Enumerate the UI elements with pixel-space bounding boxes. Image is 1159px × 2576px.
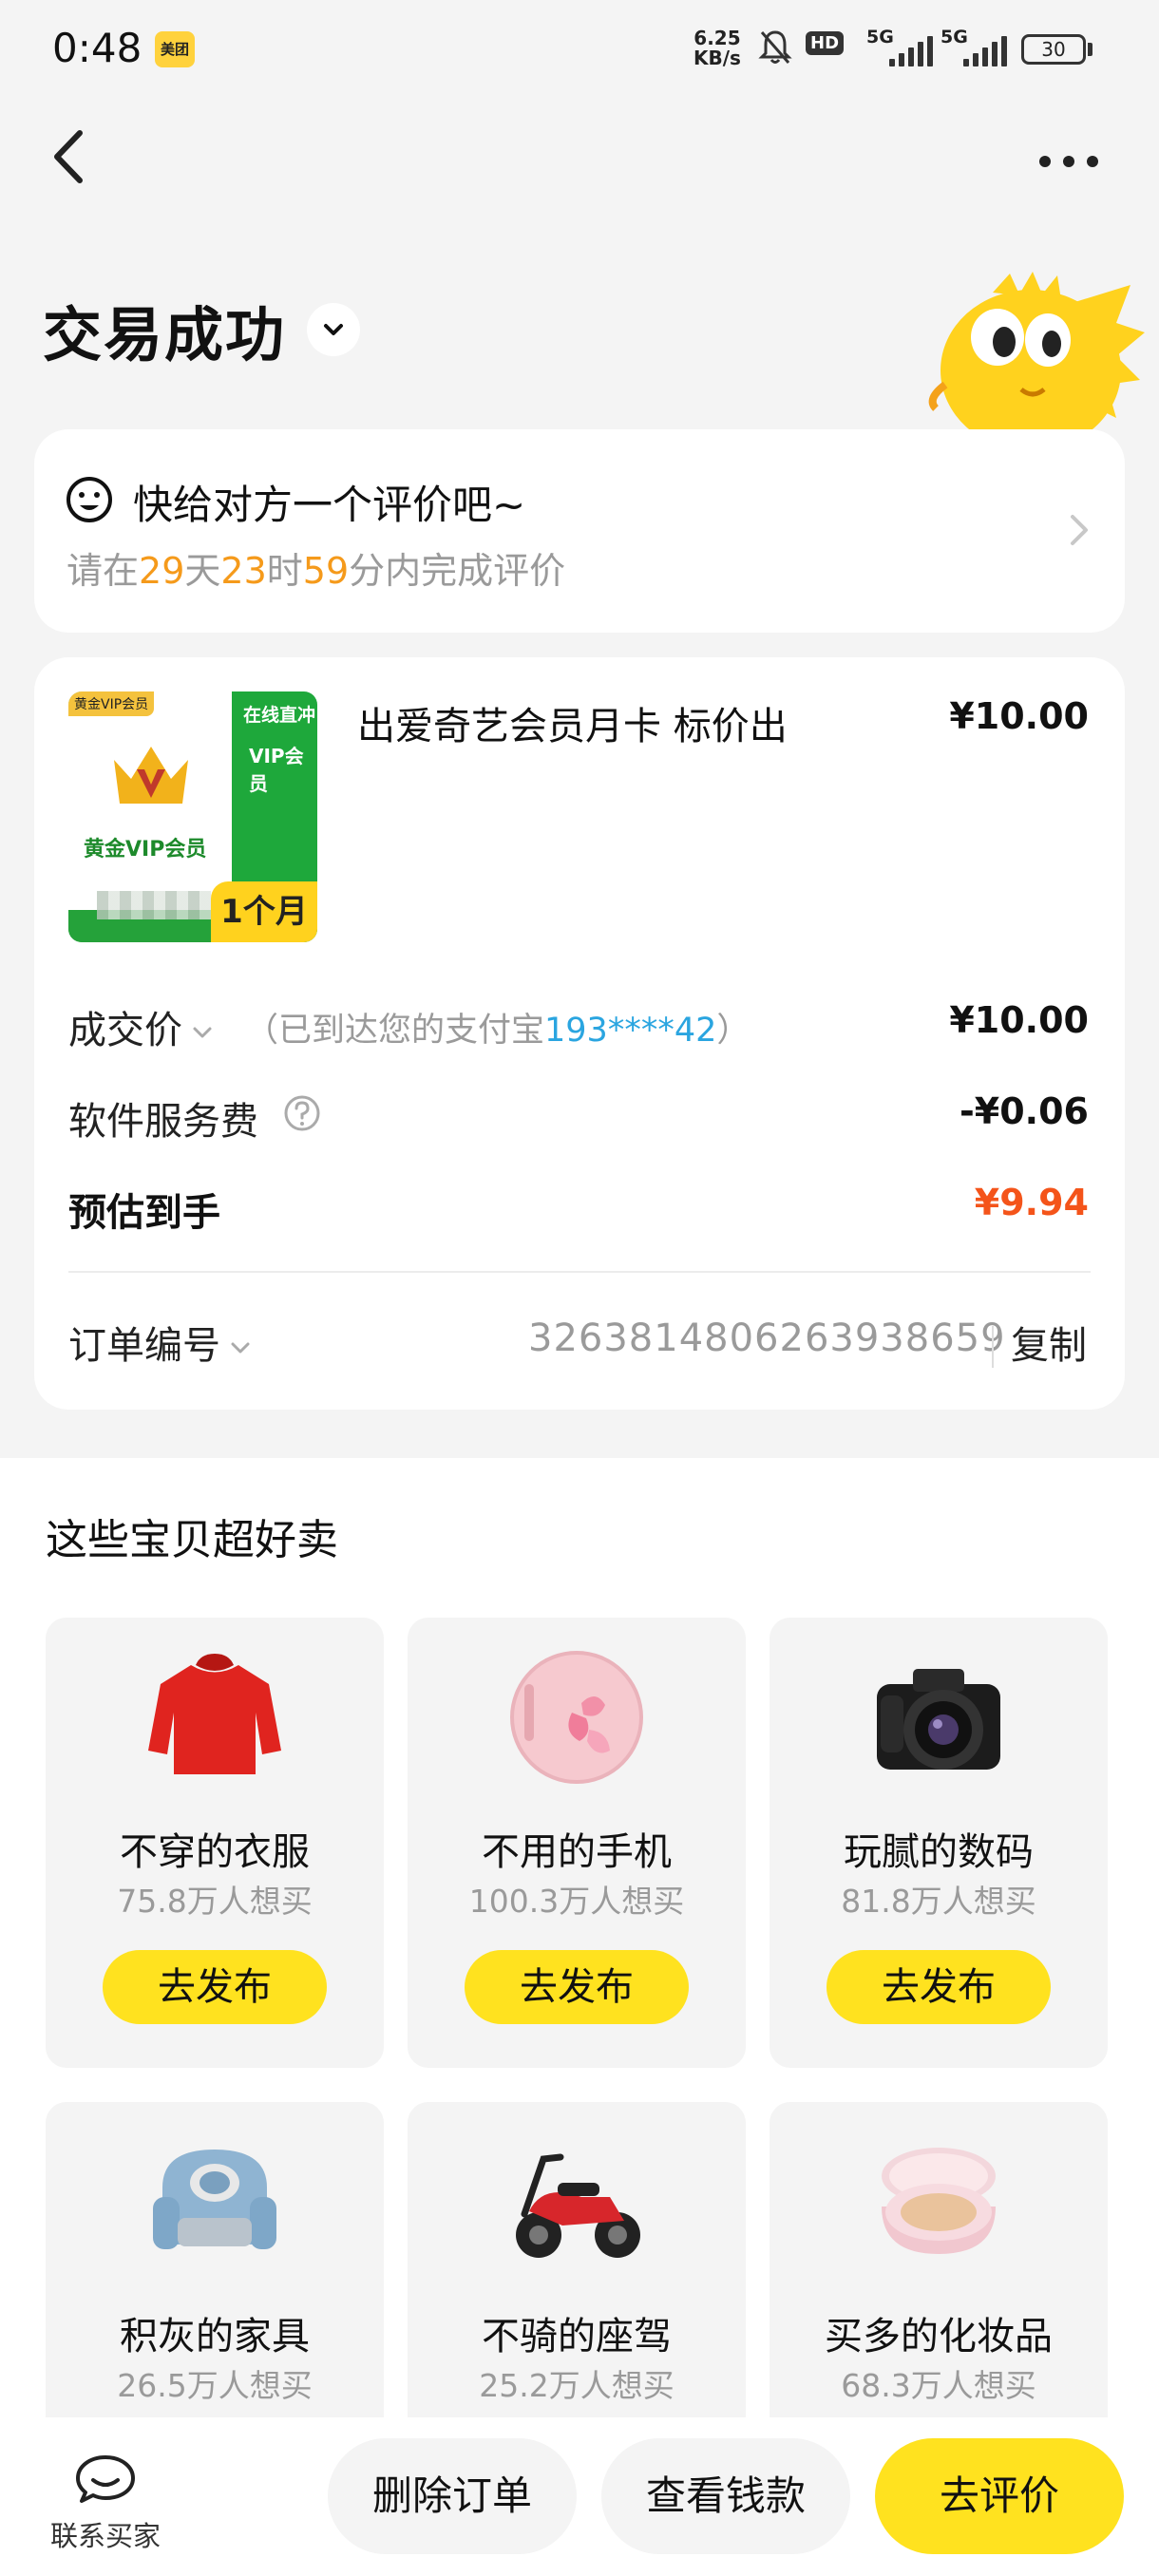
- deal-note-suffix: ）: [716, 1012, 750, 1050]
- deal-price-value: ¥10.00: [949, 999, 1089, 1041]
- deadline-minutes-unit: 分内完成评价: [349, 550, 566, 592]
- recommend-name: 积灰的家具: [120, 2315, 310, 2358]
- phone-icon: [510, 1651, 643, 1784]
- divider: [68, 1271, 1091, 1273]
- page-title: 交易成功: [43, 300, 287, 369]
- signal-1-bars-icon: [889, 34, 933, 66]
- copy-button[interactable]: 复制: [1011, 1315, 1087, 1370]
- title-row: 交易成功: [43, 287, 361, 372]
- rate-prompt-card[interactable]: 快给对方一个评价吧~ 请在29天23时59分内完成评价: [34, 429, 1125, 633]
- deadline-hours-unit: 时: [266, 550, 303, 592]
- publish-button[interactable]: 去发布: [826, 1950, 1051, 2024]
- deal-price-label[interactable]: 成交价: [68, 999, 215, 1054]
- recommend-title: 这些宝贝超好卖: [46, 1516, 338, 1564]
- hd-icon: HD: [806, 31, 845, 55]
- contact-buyer-label: 联系买家: [49, 2520, 161, 2552]
- recommend-card[interactable]: 积灰的家具 26.5万人想买: [46, 2102, 384, 2463]
- item-price: ¥10.00: [949, 695, 1089, 737]
- recommend-count: 100.3万人想买: [468, 1883, 685, 1920]
- back-arrow-icon[interactable]: [46, 123, 93, 190]
- thumbnail-blurred-text: [97, 891, 211, 919]
- deal-label-text: 成交价: [68, 1009, 182, 1052]
- net-speed-value: 6.25: [694, 27, 741, 49]
- recommend-count: 26.5万人想买: [117, 2367, 313, 2404]
- scooter-icon: [516, 2153, 640, 2258]
- deadline-days-unit: 天: [184, 550, 221, 592]
- sweater-icon: [148, 1654, 281, 1774]
- estimated-value: ¥9.94: [974, 1182, 1089, 1223]
- publish-button[interactable]: 去发布: [465, 1950, 689, 2024]
- deadline-minutes: 59: [302, 550, 350, 592]
- service-fee-label: 软件服务费: [68, 1100, 258, 1144]
- estimated-label: 预估到手: [68, 1191, 220, 1235]
- view-money-button[interactable]: 查看钱款: [601, 2438, 850, 2554]
- deadline-prefix: 请在: [66, 550, 140, 592]
- status-bar: 0:48 美团 6.25 KB/s HD 5G 5G 30: [0, 0, 1159, 104]
- deadline-hours: 23: [220, 550, 267, 592]
- recommend-card[interactable]: 不用的手机 100.3万人想买 去发布: [408, 1618, 746, 2068]
- order-card: 黄金VIP会员 黄金VIP会员 在线直冲 VIP会员 1个月 出爱奇艺会员月卡 …: [34, 657, 1125, 1410]
- copy-separator: [992, 1326, 994, 1368]
- status-time: 0:48: [52, 25, 142, 71]
- recommend-name: 不骑的座驾: [482, 2315, 672, 2358]
- net-speed-unit: KB/s: [694, 47, 741, 69]
- item-title[interactable]: 出爱奇艺会员月卡 标价出: [357, 695, 788, 750]
- service-fee-value: -¥0.06: [960, 1090, 1089, 1132]
- alipay-account: 193****42: [544, 1012, 717, 1050]
- signal-2-bars-icon: [963, 34, 1007, 66]
- chevron-down-icon: [324, 324, 344, 335]
- battery-icon: 30: [1021, 34, 1086, 65]
- thumbnail-vip-label: VIP会员: [249, 745, 304, 795]
- meituan-badge-icon: 美团: [155, 31, 195, 67]
- thumbnail-tag: 黄金VIP会员: [68, 691, 155, 716]
- recommend-card[interactable]: 不骑的座驾 25.2万人想买: [408, 2102, 746, 2463]
- thumbnail-top-label: 在线直冲: [243, 705, 316, 726]
- recommend-name: 不穿的衣服: [120, 1830, 310, 1874]
- chevron-down-icon: [193, 1027, 212, 1038]
- chevron-right-icon: [1071, 515, 1088, 545]
- product-thumbnail[interactable]: 黄金VIP会员 黄金VIP会员 在线直冲 VIP会员 1个月: [68, 691, 317, 942]
- deal-note: （已到达您的支付宝193****42）: [245, 1003, 750, 1051]
- recommend-count: 68.3万人想买: [841, 2367, 1036, 2404]
- deal-note-prefix: （已到达您的支付宝: [245, 1012, 545, 1050]
- more-options-icon[interactable]: [1036, 142, 1102, 180]
- chevron-down-icon: [231, 1342, 250, 1354]
- recommend-count: 81.8万人想买: [841, 1883, 1036, 1920]
- review-button[interactable]: 去评价: [875, 2438, 1124, 2554]
- contact-buyer-button[interactable]: 联系买家: [44, 2452, 167, 2554]
- delete-order-button[interactable]: 删除订单: [328, 2438, 577, 2554]
- title-dropdown-button[interactable]: [307, 303, 361, 356]
- cushion-compact-icon: [882, 2148, 996, 2254]
- smile-face-icon: [66, 477, 112, 522]
- mute-bell-icon: [758, 30, 792, 64]
- camera-icon: [877, 1669, 1000, 1770]
- thumbnail-name: 黄金VIP会员: [84, 838, 207, 862]
- recommend-name: 玩腻的数码: [844, 1830, 1034, 1874]
- order-number-label-text: 订单编号: [68, 1324, 220, 1368]
- recommend-card[interactable]: 不穿的衣服 75.8万人想买 去发布: [46, 1618, 384, 2068]
- armchair-icon: [153, 2150, 276, 2249]
- recommend-name: 买多的化妆品: [825, 2315, 1053, 2358]
- recommend-card[interactable]: 买多的化妆品 68.3万人想买: [770, 2102, 1108, 2463]
- help-question-icon[interactable]: [283, 1094, 321, 1132]
- order-number: 3263814806263938659: [528, 1316, 1006, 1360]
- vip-crown-icon: [114, 747, 188, 804]
- deadline-days: 29: [139, 550, 185, 592]
- recommend-section: 这些宝贝超好卖 不穿的衣服 75.8万人想买 去发布 不用的手机 100.3万人…: [0, 1458, 1159, 2463]
- recommend-name: 不用的手机: [482, 1830, 672, 1874]
- rate-title: 快给对方一个评价吧~: [133, 482, 526, 528]
- net-speed: 6.25 KB/s: [694, 28, 741, 68]
- recommend-count: 75.8万人想买: [117, 1883, 313, 1920]
- battery-cap: [1088, 43, 1092, 56]
- order-number-label[interactable]: 订单编号: [68, 1315, 253, 1370]
- publish-button[interactable]: 去发布: [103, 1950, 327, 2024]
- rate-deadline: 请在29天23时59分内完成评价: [66, 541, 565, 594]
- thumbnail-month-label: 1个月: [211, 881, 317, 942]
- recommend-card[interactable]: 玩腻的数码 81.8万人想买 去发布: [770, 1618, 1108, 2068]
- recommend-count: 25.2万人想买: [479, 2367, 674, 2404]
- bottom-action-bar: 联系买家 删除订单 查看钱款 去评价: [0, 2417, 1159, 2576]
- fish-mascot-icon: [928, 272, 1145, 437]
- chat-bubble-icon: [76, 2455, 135, 2503]
